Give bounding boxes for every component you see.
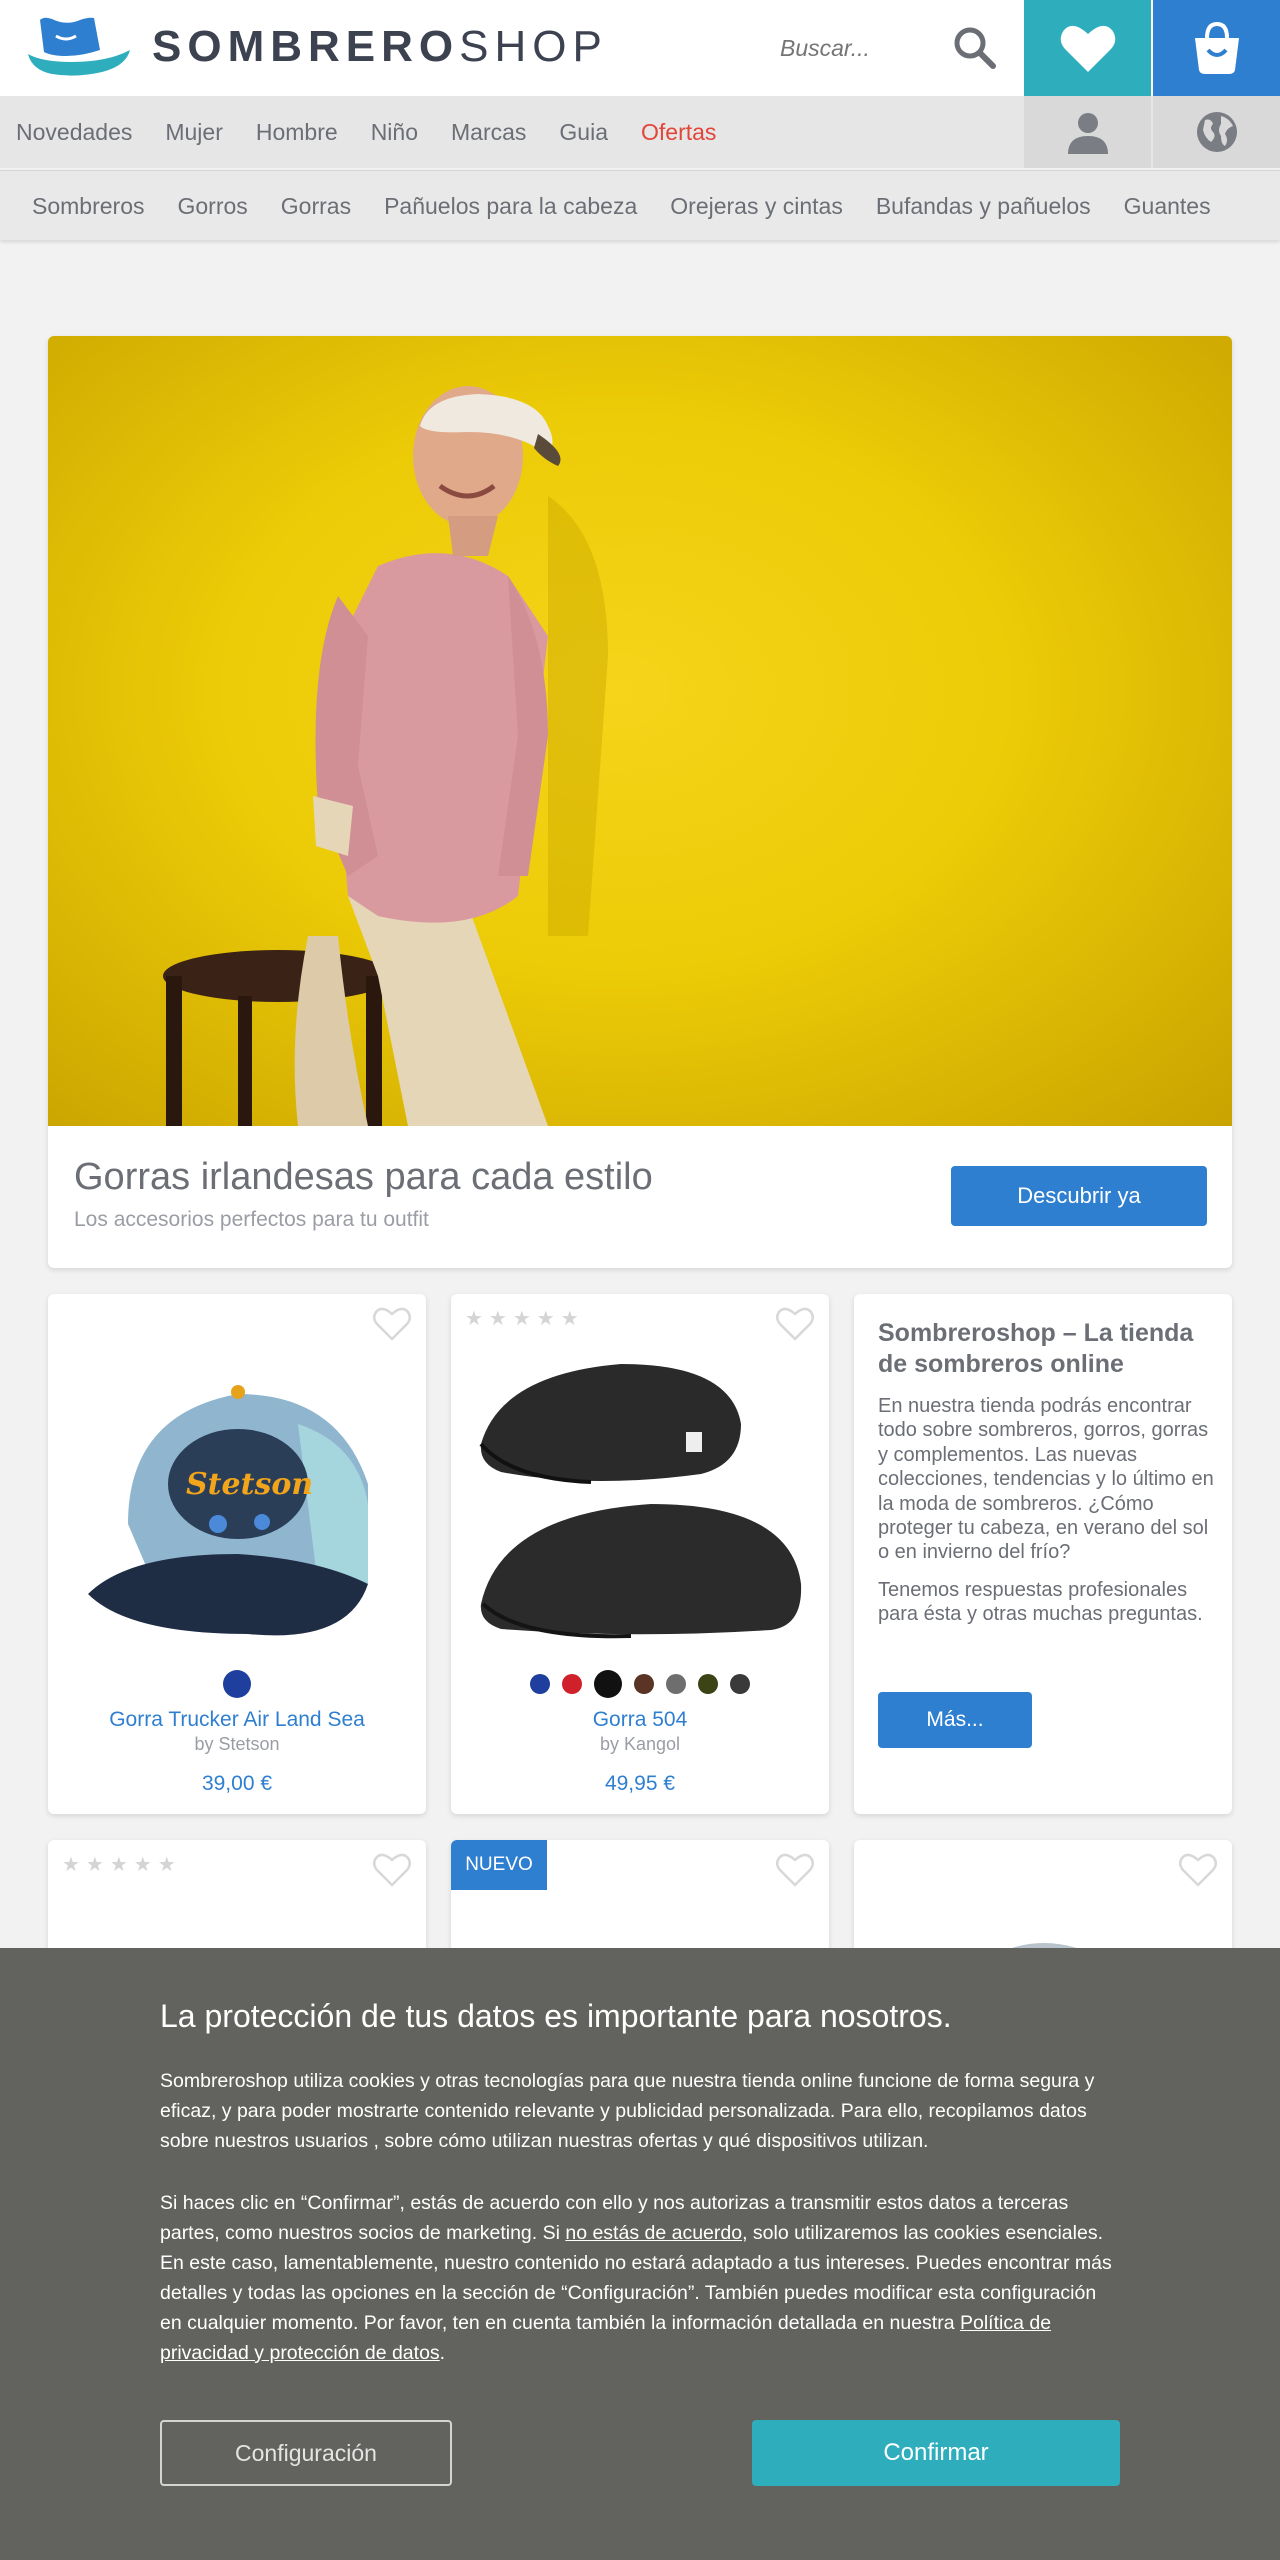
info-title: Sombreroshop – La tienda de sombreros on…	[878, 1319, 1194, 1379]
hero-image	[48, 336, 1232, 1126]
color-swatch-brown[interactable]	[634, 1674, 654, 1694]
color-swatch-olive[interactable]	[698, 1674, 718, 1694]
product-card[interactable]: ★★★★★ Gorra 504 by Kangol 49,95 €	[451, 1294, 829, 1814]
info-text: En nuestra tienda podrás encontrar todo …	[878, 1395, 1214, 1564]
color-swatch-red[interactable]	[562, 1674, 582, 1694]
heart-outline-icon[interactable]	[775, 1306, 815, 1342]
rating-stars: ★★★★★	[465, 1308, 585, 1330]
category-subnav: Sombreros Gorros Gorras Pañuelos para la…	[0, 170, 1280, 240]
cookie-text: Si haces clic en “Confirmar”, estás de a…	[160, 2192, 1112, 2364]
product-image-flat-cap	[479, 1364, 802, 1639]
rating-stars: ★★★★★	[62, 1854, 182, 1876]
product-brand: by Kangol	[599, 1734, 681, 1754]
hat-logo-icon	[28, 17, 130, 76]
settings-button[interactable]: Configuración	[160, 2420, 452, 2486]
color-swatches	[451, 1670, 829, 1698]
color-swatch-blue[interactable]	[223, 1670, 251, 1698]
info-text: Tenemos respuestas profesionales para és…	[878, 1579, 1203, 1626]
cookie-consent-banner: La protección de tus datos es importante…	[0, 1948, 1280, 2560]
logo[interactable]: SOMBREROSHOP	[22, 16, 608, 78]
search-icon[interactable]	[952, 25, 998, 71]
product-card[interactable]: Stetson Gorra Trucker Air Land Sea by St…	[48, 1294, 426, 1814]
cookie-title: La protección de tus datos es importante…	[160, 1998, 952, 2034]
nav-item-hombre[interactable]: Hombre	[256, 119, 338, 146]
heart-icon	[1060, 25, 1115, 72]
hero-subtitle: Los accesorios perfectos para tu outfit	[74, 1208, 429, 1231]
color-swatch-navy[interactable]	[530, 1674, 550, 1694]
cap-print: Stetson	[186, 1467, 313, 1502]
nav-item-mujer[interactable]: Mujer	[165, 119, 223, 146]
logo-text: SOMBREROSHOP	[152, 22, 608, 71]
product-image-trucker-cap: Stetson	[88, 1385, 368, 1636]
color-swatch-grey[interactable]	[666, 1674, 686, 1694]
account-button[interactable]	[1024, 96, 1151, 168]
cart-button[interactable]	[1153, 0, 1280, 96]
decline-link[interactable]: no estás de acuerdo	[565, 2222, 742, 2244]
search-box	[780, 22, 1000, 74]
nav-item-guia[interactable]: Guia	[559, 119, 608, 146]
subnav-item-orejeras[interactable]: Orejeras y cintas	[670, 193, 843, 220]
globe-icon	[1196, 112, 1237, 152]
cookie-text: Sombreroshop utiliza cookies y otras tec…	[160, 2070, 1095, 2152]
subnav-item-gorros[interactable]: Gorros	[177, 193, 247, 220]
main-nav: Novedades Mujer Hombre Niño Marcas Guia …	[0, 96, 1280, 168]
subnav-item-guantes[interactable]: Guantes	[1124, 193, 1211, 220]
hero-title: Gorras irlandesas para cada estilo	[74, 1156, 653, 1198]
discover-button[interactable]: Descubrir ya	[951, 1166, 1207, 1226]
nav-item-novedades[interactable]: Novedades	[16, 119, 132, 146]
product-price: 39,00 €	[201, 1772, 273, 1795]
heart-outline-icon[interactable]	[775, 1852, 815, 1888]
color-swatch-black[interactable]	[594, 1670, 622, 1698]
confirm-button[interactable]: Confirmar	[752, 2420, 1120, 2486]
language-button[interactable]	[1153, 96, 1280, 168]
user-icon	[1067, 113, 1108, 154]
info-card: Sombreroshop – La tienda de sombreros on…	[854, 1294, 1232, 1814]
color-swatch-charcoal[interactable]	[730, 1674, 750, 1694]
subnav-item-panuelos[interactable]: Pañuelos para la cabeza	[384, 193, 637, 220]
more-button[interactable]: Más...	[878, 1692, 1032, 1748]
hero-photo-man-flat-cap	[163, 386, 608, 1126]
product-price: 49,95 €	[604, 1772, 676, 1795]
search-input[interactable]	[780, 34, 930, 62]
color-swatches	[48, 1670, 426, 1698]
product-name[interactable]: Gorra Trucker Air Land Sea	[48, 1708, 426, 1732]
new-badge: NUEVO	[451, 1840, 547, 1890]
nav-item-marcas[interactable]: Marcas	[451, 119, 526, 146]
top-header: SOMBREROSHOP	[0, 0, 1280, 96]
wishlist-button[interactable]	[1024, 0, 1151, 96]
product-brand: by Stetson	[194, 1734, 280, 1754]
heart-outline-icon[interactable]	[372, 1852, 412, 1888]
product-name[interactable]: Gorra 504	[451, 1708, 829, 1732]
subnav-item-bufandas[interactable]: Bufandas y pañuelos	[876, 193, 1091, 220]
nav-item-ofertas[interactable]: Ofertas	[641, 119, 716, 146]
heart-outline-icon[interactable]	[372, 1306, 412, 1342]
subnav-item-gorras[interactable]: Gorras	[281, 193, 351, 220]
shopping-bag-icon	[1194, 21, 1239, 74]
subnav-item-sombreros[interactable]: Sombreros	[32, 193, 144, 220]
hero-banner[interactable]: Gorras irlandesas para cada estilo Los a…	[48, 336, 1232, 1268]
heart-outline-icon[interactable]	[1178, 1852, 1218, 1888]
nav-item-nino[interactable]: Niño	[371, 119, 418, 146]
